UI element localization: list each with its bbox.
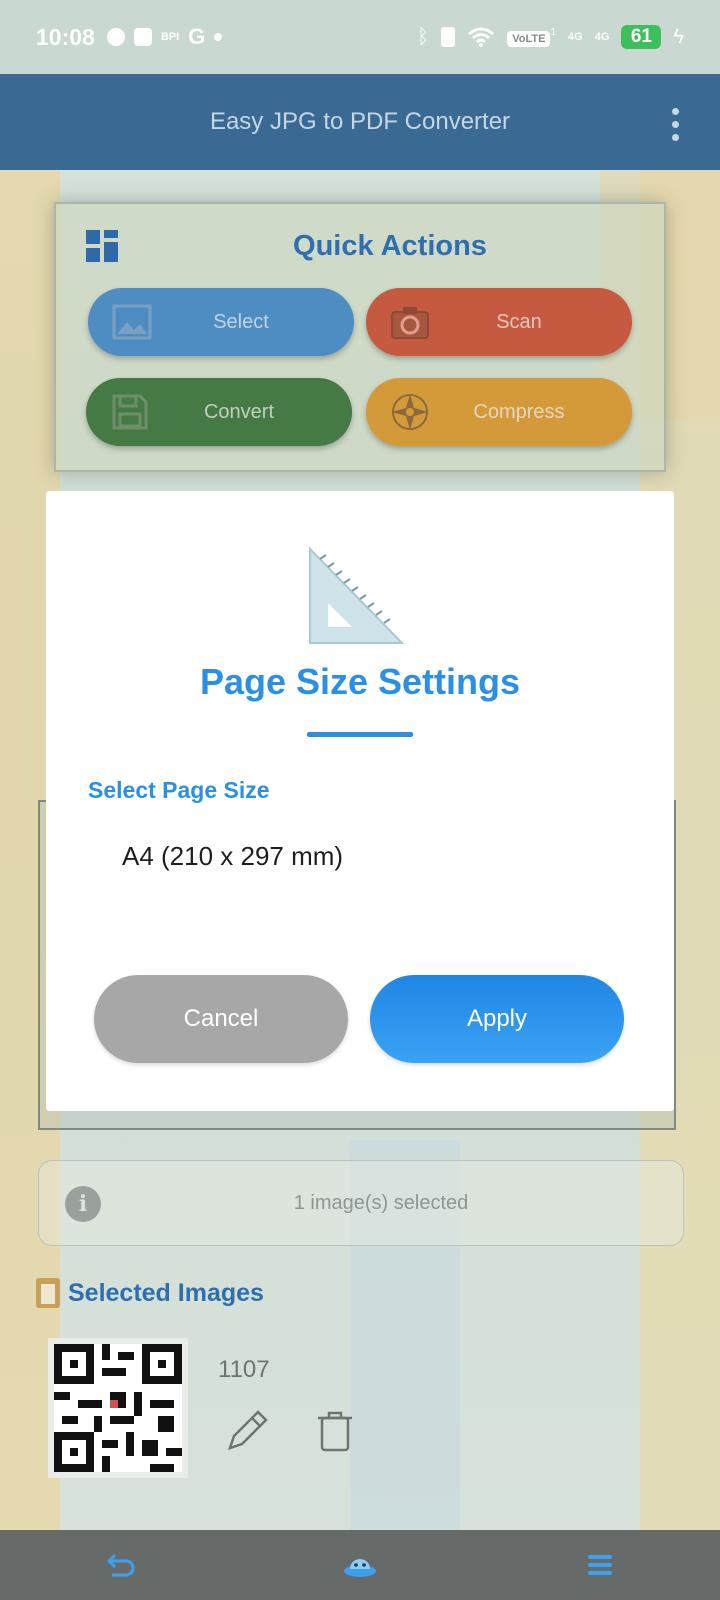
app-bar: Easy JPG to PDF Converter — [0, 74, 720, 170]
image-icon — [112, 304, 152, 340]
selection-info-box: i 1 image(s) selected — [38, 1160, 684, 1246]
compress-button[interactable]: Compress — [366, 378, 632, 446]
apply-button[interactable]: Apply — [370, 975, 624, 1063]
page-size-label: Select Page Size — [88, 777, 270, 803]
compress-button-label: Compress — [473, 400, 565, 423]
info-icon: i — [65, 1186, 101, 1222]
system-icons: ᛒ VoLTE 1 4G 4G 61 ϟ — [417, 25, 684, 49]
signal-icon: 4G — [568, 31, 583, 43]
edit-pencil-icon[interactable] — [222, 1406, 272, 1456]
assistant-icon[interactable] — [342, 1547, 378, 1583]
selected-images-header: Selected Images — [36, 1278, 264, 1308]
app-title: Easy JPG to PDF Converter — [209, 108, 511, 135]
wifi-icon — [468, 27, 495, 47]
parking-icon — [133, 28, 152, 46]
page-size-dialog: Page Size Settings Select Page Size A4 (… — [46, 491, 674, 1111]
navigation-bar — [0, 1530, 720, 1600]
bluetooth-icon: ᛒ — [417, 25, 430, 48]
convert-button-label: Convert — [203, 400, 275, 423]
status-bar: 10:08 BPI G ᛒ VoLTE 1 4G 4G 61 ϟ — [0, 0, 720, 74]
status-time: 10:08 — [36, 23, 95, 50]
image-thumbnail[interactable] — [48, 1338, 188, 1478]
chat-icon — [106, 28, 125, 46]
clipboard-icon — [36, 1278, 60, 1308]
selected-images-title: Selected Images — [68, 1278, 264, 1307]
notification-icons: BPI G — [106, 24, 223, 50]
menu-icon[interactable] — [582, 1547, 618, 1583]
volte-badge: VoLTE 1 — [507, 27, 556, 47]
cancel-button[interactable]: Cancel — [94, 975, 348, 1063]
convert-button[interactable]: Convert — [86, 378, 352, 446]
battery-icon: 61 — [621, 25, 662, 49]
compass-icon — [392, 394, 428, 430]
select-button[interactable]: Select — [88, 288, 354, 356]
quick-actions-title: Quick Actions — [293, 230, 487, 262]
selection-count-text: 1 image(s) selected — [293, 1191, 469, 1214]
qr-code-icon — [54, 1344, 182, 1472]
delete-trash-icon[interactable] — [310, 1406, 360, 1456]
quick-actions-card: Quick Actions Select Scan Convert Compre… — [54, 202, 666, 472]
scan-button[interactable]: Scan — [366, 288, 632, 356]
back-icon[interactable] — [102, 1547, 138, 1583]
image-name: 1107 — [218, 1356, 270, 1383]
save-icon — [112, 394, 148, 430]
scan-button-label: Scan — [496, 310, 542, 333]
charging-icon: ϟ — [673, 25, 684, 48]
g-icon: G — [188, 24, 206, 49]
vibrate-icon — [441, 27, 456, 47]
title-underline — [307, 732, 413, 737]
dialog-title: Page Size Settings — [199, 661, 521, 702]
bpi-icon: BPI — [160, 31, 180, 43]
signal-icon: 4G — [594, 31, 610, 43]
camera-icon — [391, 307, 429, 339]
page-size-dropdown[interactable]: A4 (210 x 297 mm) — [122, 841, 343, 872]
set-square-ruler-icon — [309, 547, 405, 644]
more-vert-icon[interactable] — [672, 108, 680, 141]
more-notifications-icon — [214, 33, 223, 41]
select-button-label: Select — [213, 310, 269, 333]
